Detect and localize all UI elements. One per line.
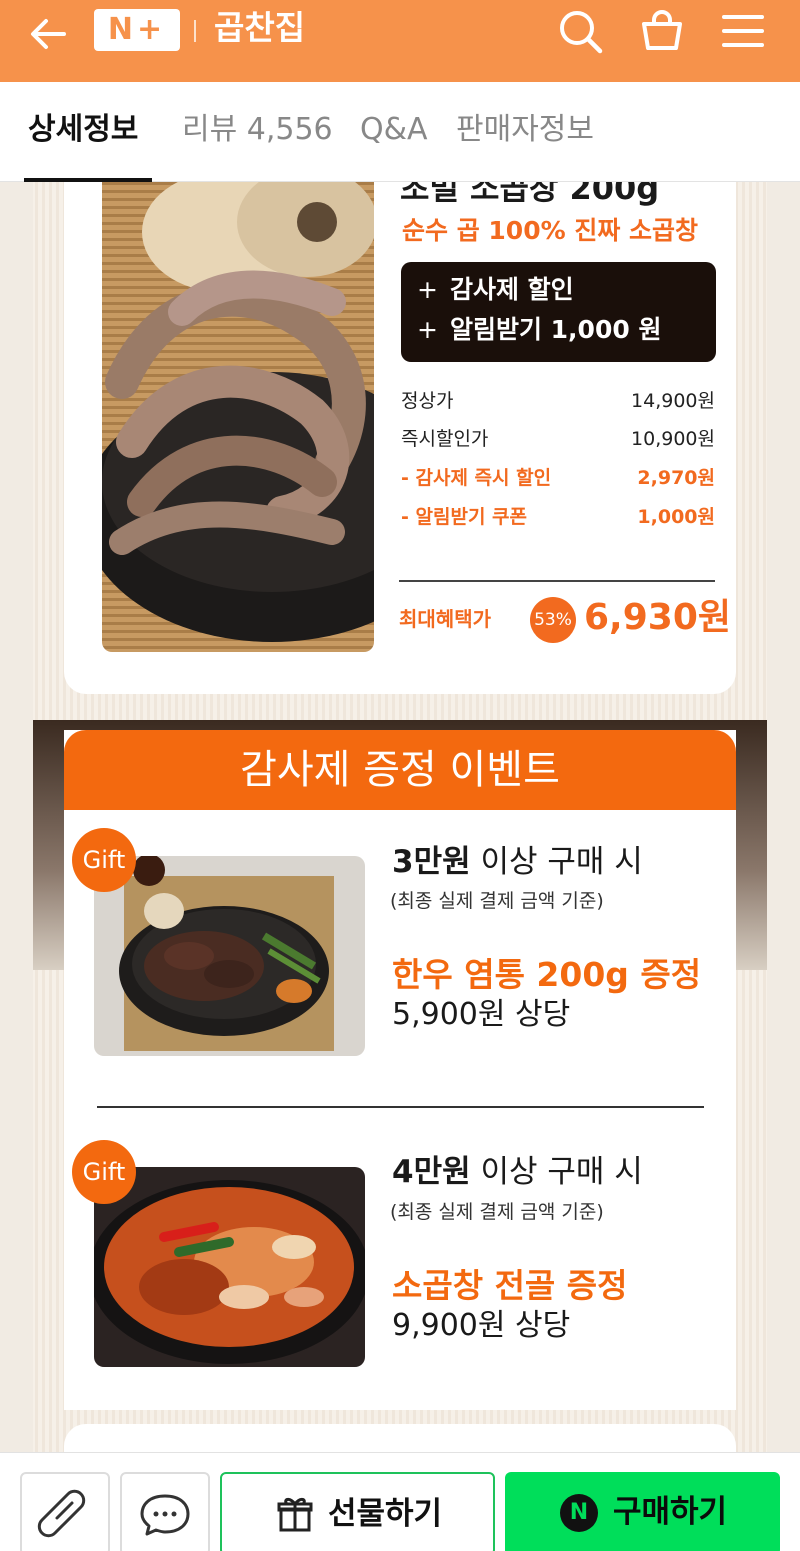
- final-price: 6,930원: [584, 597, 731, 638]
- gift-note: (최종 실제 결제 금액 기준): [390, 890, 604, 912]
- price-divider: [399, 580, 715, 582]
- gift-event-title: 감사제 증정 이벤트: [64, 730, 736, 810]
- gift-threshold: 3만원: [392, 844, 471, 880]
- plus-icon: +: [417, 275, 438, 304]
- gift-item-worth: 9,900원 상당: [392, 1308, 571, 1343]
- price-value: 14,900원: [631, 390, 715, 412]
- naver-plus-logo[interactable]: N+: [94, 9, 180, 51]
- price-row-regular: 정상가 14,900원: [401, 386, 715, 416]
- gift-photo-yeomtong: [94, 856, 365, 1056]
- gift-button-label: 선물하기: [328, 1496, 443, 1532]
- header-divider: [194, 20, 196, 42]
- price-label: - 알림받기 쿠폰: [401, 506, 527, 528]
- gift-box-icon: [277, 1497, 313, 1532]
- price-label: 즉시할인가: [401, 428, 489, 450]
- npay-icon: N: [560, 1494, 598, 1532]
- price-row-coupon: - 알림받기 쿠폰 1,000원: [401, 502, 715, 532]
- gift-condition: 4만원 이상 구매 시: [392, 1150, 643, 1194]
- gift-badge: Gift: [72, 1140, 136, 1204]
- price-label: 정상가: [401, 390, 454, 412]
- gift-condition-rest: 이상 구매 시: [470, 844, 643, 880]
- gift-note: (최종 실제 결제 금액 기준): [390, 1201, 604, 1223]
- promo-line-1: + 감사제 할인: [417, 272, 574, 308]
- cart-bag-icon: [642, 10, 682, 50]
- price-row-instant: 즉시할인가 10,900원: [401, 424, 715, 454]
- wishlist-button[interactable]: [20, 1472, 110, 1551]
- product-photo-gopchang: [102, 182, 374, 652]
- search-button[interactable]: [557, 8, 605, 54]
- back-arrow-icon: [31, 19, 66, 49]
- tab-detail[interactable]: 상세정보: [28, 110, 138, 150]
- gift-condition-rest: 이상 구매 시: [470, 1154, 643, 1190]
- tab-seller-info[interactable]: 판매자정보: [456, 110, 594, 150]
- promo-label: 알림받기 1,000 원: [449, 315, 662, 344]
- menu-button[interactable]: [720, 8, 768, 54]
- price-label: - 감사제 즉시 할인: [401, 467, 552, 489]
- gift-event-card: 감사제 증정 이벤트 Gift 3만원 이상 구매 시 (최종 실제 결제 금액…: [64, 730, 736, 1410]
- max-benefit-label: 최대혜택가: [399, 607, 491, 631]
- promo-line-2: + 알림받기 1,000 원: [417, 312, 661, 348]
- promo-label: 감사제 할인: [449, 275, 574, 304]
- tab-reviews[interactable]: 리뷰 4,556: [182, 110, 333, 150]
- gift-badge: Gift: [72, 828, 136, 892]
- tab-qna[interactable]: Q&A: [360, 110, 428, 150]
- product-subtitle: 순수 곱 100% 진짜 소곱창: [402, 216, 699, 245]
- next-section-card: [64, 1424, 736, 1452]
- gift-photo-jeongol: [94, 1167, 365, 1367]
- product-name: 초벌 소곱창 200g: [400, 182, 660, 207]
- price-row-event-discount: - 감사제 즉시 할인 2,970원: [401, 463, 715, 493]
- gift-item-worth: 5,900원 상당: [392, 997, 571, 1032]
- gift-condition: 3만원 이상 구매 시: [392, 840, 643, 884]
- plus-icon: +: [417, 315, 438, 344]
- price-value: 1,000원: [637, 506, 715, 528]
- price-value: 2,970원: [637, 467, 715, 489]
- buy-button-label: 구매하기: [613, 1494, 728, 1530]
- logo-text: N+: [107, 12, 167, 47]
- back-button[interactable]: [28, 14, 72, 54]
- chat-bubble-icon: [140, 1494, 190, 1536]
- gift-item-name: 소곱창 전골 증정: [392, 1266, 628, 1305]
- product-tabs: 상세정보 리뷰 4,556 Q&A 판매자정보: [0, 82, 800, 182]
- store-title[interactable]: 곱찬집: [214, 6, 305, 50]
- search-icon: [560, 11, 603, 54]
- cart-button[interactable]: [638, 8, 686, 54]
- discount-badge: 53%: [530, 597, 576, 643]
- promo-box: + 감사제 할인 + 알림받기 1,000 원: [401, 262, 716, 362]
- menu-icon: [722, 15, 764, 47]
- bottom-action-bar: 선물하기 N 구매하기: [0, 1452, 800, 1551]
- price-value: 10,900원: [631, 428, 715, 450]
- top-header: N+ 곱찬집: [0, 0, 800, 82]
- inquiry-button[interactable]: [120, 1472, 210, 1551]
- detail-content[interactable]: 초벌 소곱창 200g 순수 곱 100% 진짜 소곱창 + 감사제 할인 + 알림…: [0, 182, 800, 1452]
- gift-item-name: 한우 염통 200g 증정: [392, 955, 702, 994]
- gift-button[interactable]: 선물하기: [220, 1472, 495, 1551]
- gift-threshold: 4만원: [392, 1154, 471, 1190]
- heart-tag-icon: [37, 1489, 86, 1538]
- gift-divider: [97, 1106, 704, 1108]
- buy-button[interactable]: N 구매하기: [505, 1472, 780, 1551]
